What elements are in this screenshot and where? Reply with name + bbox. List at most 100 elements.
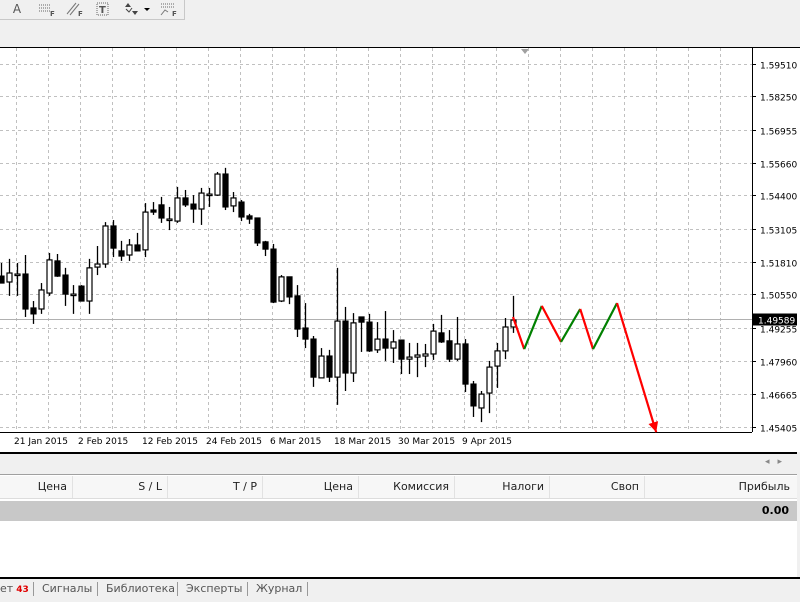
candle-bullish: [414, 354, 421, 358]
candle-bearish: [246, 215, 253, 220]
column-header-taxes[interactable]: Налоги: [455, 476, 550, 498]
date-label: 21 Jan 2015: [14, 437, 68, 447]
candle-bullish: [14, 273, 21, 277]
candle-bullish: [374, 338, 381, 351]
candle-bearish: [262, 241, 269, 250]
tab-separator: [97, 582, 98, 596]
tab-signals[interactable]: Сигналы: [42, 582, 92, 595]
candle-bullish: [318, 355, 325, 379]
trade-table: Цена S / L T / P Цена Комиссия Налоги Св…: [0, 474, 797, 578]
candle-bearish: [398, 339, 405, 360]
candle-bullish: [502, 326, 509, 352]
scroll-left-icon[interactable]: ◂: [765, 457, 778, 467]
price-label: 1.47960: [760, 359, 797, 369]
candle-bullish: [174, 197, 181, 222]
tab-experts[interactable]: Эксперты: [186, 582, 242, 595]
candle-bearish: [302, 327, 309, 340]
arrows-dropdown-icon[interactable]: [122, 0, 152, 18]
candle-bullish: [478, 393, 485, 409]
tab-market[interactable]: ет 43: [0, 582, 29, 595]
candle-bearish: [78, 285, 85, 302]
price-label: 1.50550: [760, 292, 797, 302]
candle-bearish: [62, 274, 69, 295]
scroll-right-icon[interactable]: ▸: [777, 457, 790, 467]
candle-bullish: [214, 173, 221, 196]
candle-bearish: [190, 203, 197, 210]
column-header-tp[interactable]: T / P: [168, 476, 263, 498]
tab-library[interactable]: Библиотека: [106, 582, 175, 595]
tab-separator: [307, 582, 308, 596]
column-header-profit[interactable]: Прибыль: [645, 476, 797, 498]
column-header-price[interactable]: Цена: [0, 476, 73, 498]
fibo-channel-icon[interactable]: F: [64, 0, 86, 18]
text-label-icon[interactable]: T: [92, 0, 114, 18]
price-label: 1.46665: [760, 392, 797, 402]
price-label: 1.51810: [760, 260, 797, 270]
candle-bullish: [422, 353, 429, 357]
date-label: 2 Feb 2015: [78, 437, 128, 447]
candle-bearish: [470, 383, 477, 407]
candle-bearish: [438, 332, 445, 343]
candle-bearish: [294, 295, 301, 330]
candle-bearish: [134, 244, 141, 252]
tab-market-badge: 43: [16, 585, 29, 595]
column-header-price-current[interactable]: Цена: [263, 476, 359, 498]
price-chart[interactable]: 1.59510 1.58250 1.56955 1.55660 1.54400 1.531…: [0, 0, 800, 452]
candle-bullish: [430, 330, 437, 355]
text-icon[interactable]: A: [6, 0, 28, 18]
candle-bullish: [406, 356, 413, 360]
date-label: 12 Feb 2015: [142, 437, 198, 447]
candle-bullish: [94, 263, 101, 268]
price-label: 1.53105: [760, 227, 797, 237]
candle-bearish: [366, 321, 373, 352]
chart-top-gap: [0, 40, 800, 48]
column-header-swap[interactable]: Своп: [550, 476, 645, 498]
candle-bearish: [270, 248, 277, 303]
panel-splitter-bar: ◂▸: [0, 452, 800, 473]
date-label: 30 Mar 2015: [398, 437, 455, 447]
candle-bearish: [358, 316, 365, 323]
fibo-lines-icon[interactable]: F: [36, 0, 58, 18]
candle-bearish: [118, 250, 125, 257]
candle-bearish: [222, 173, 229, 208]
price-label: 1.49255: [760, 326, 797, 336]
price-label: 1.58250: [760, 94, 797, 104]
terminal-tabs: ет 43 Сигналы Библиотека Эксперты Журнал: [0, 577, 800, 602]
candle-bullish: [6, 272, 13, 283]
balance-row[interactable]: 0.00: [0, 501, 797, 521]
candle-bearish: [30, 307, 37, 315]
table-header: Цена S / L T / P Цена Комиссия Налоги Св…: [0, 476, 797, 499]
candle-bullish: [102, 225, 109, 265]
candle-bullish: [86, 267, 93, 302]
candle-bullish: [390, 341, 397, 349]
candle-bullish: [198, 192, 205, 210]
candle-bearish: [342, 320, 349, 374]
column-header-sl[interactable]: S / L: [73, 476, 168, 498]
candle-bullish: [350, 322, 357, 374]
date-label: 6 Mar 2015: [270, 437, 321, 447]
fibo-channel-label: F: [78, 10, 83, 16]
candle-bearish: [238, 201, 245, 218]
candle-bullish: [230, 197, 237, 207]
date-label: 9 Apr 2015: [462, 437, 512, 447]
candle-bearish: [326, 355, 333, 378]
text-tool-label: A: [12, 2, 22, 16]
date-label: 18 Mar 2015: [334, 437, 391, 447]
price-label: 1.59510: [760, 62, 797, 72]
candle-bearish: [254, 217, 261, 244]
candle-bearish: [22, 273, 29, 310]
date-label: 24 Feb 2015: [206, 437, 262, 447]
column-header-commission[interactable]: Комиссия: [359, 476, 455, 498]
scroll-arrows[interactable]: ◂▸: [765, 457, 790, 467]
candle-bearish: [54, 260, 61, 277]
candle-bullish: [486, 366, 493, 394]
tab-journal[interactable]: Журнал: [256, 582, 302, 595]
candle-bullish: [38, 289, 45, 310]
candle-bullish: [454, 343, 461, 360]
text-label-label: T: [99, 5, 106, 16]
candle-bearish: [310, 338, 317, 378]
candle-bearish: [158, 204, 165, 219]
candle-bearish: [0, 275, 5, 284]
fibo-expansion-icon[interactable]: F: [158, 0, 180, 18]
candle-bullish: [126, 244, 133, 256]
